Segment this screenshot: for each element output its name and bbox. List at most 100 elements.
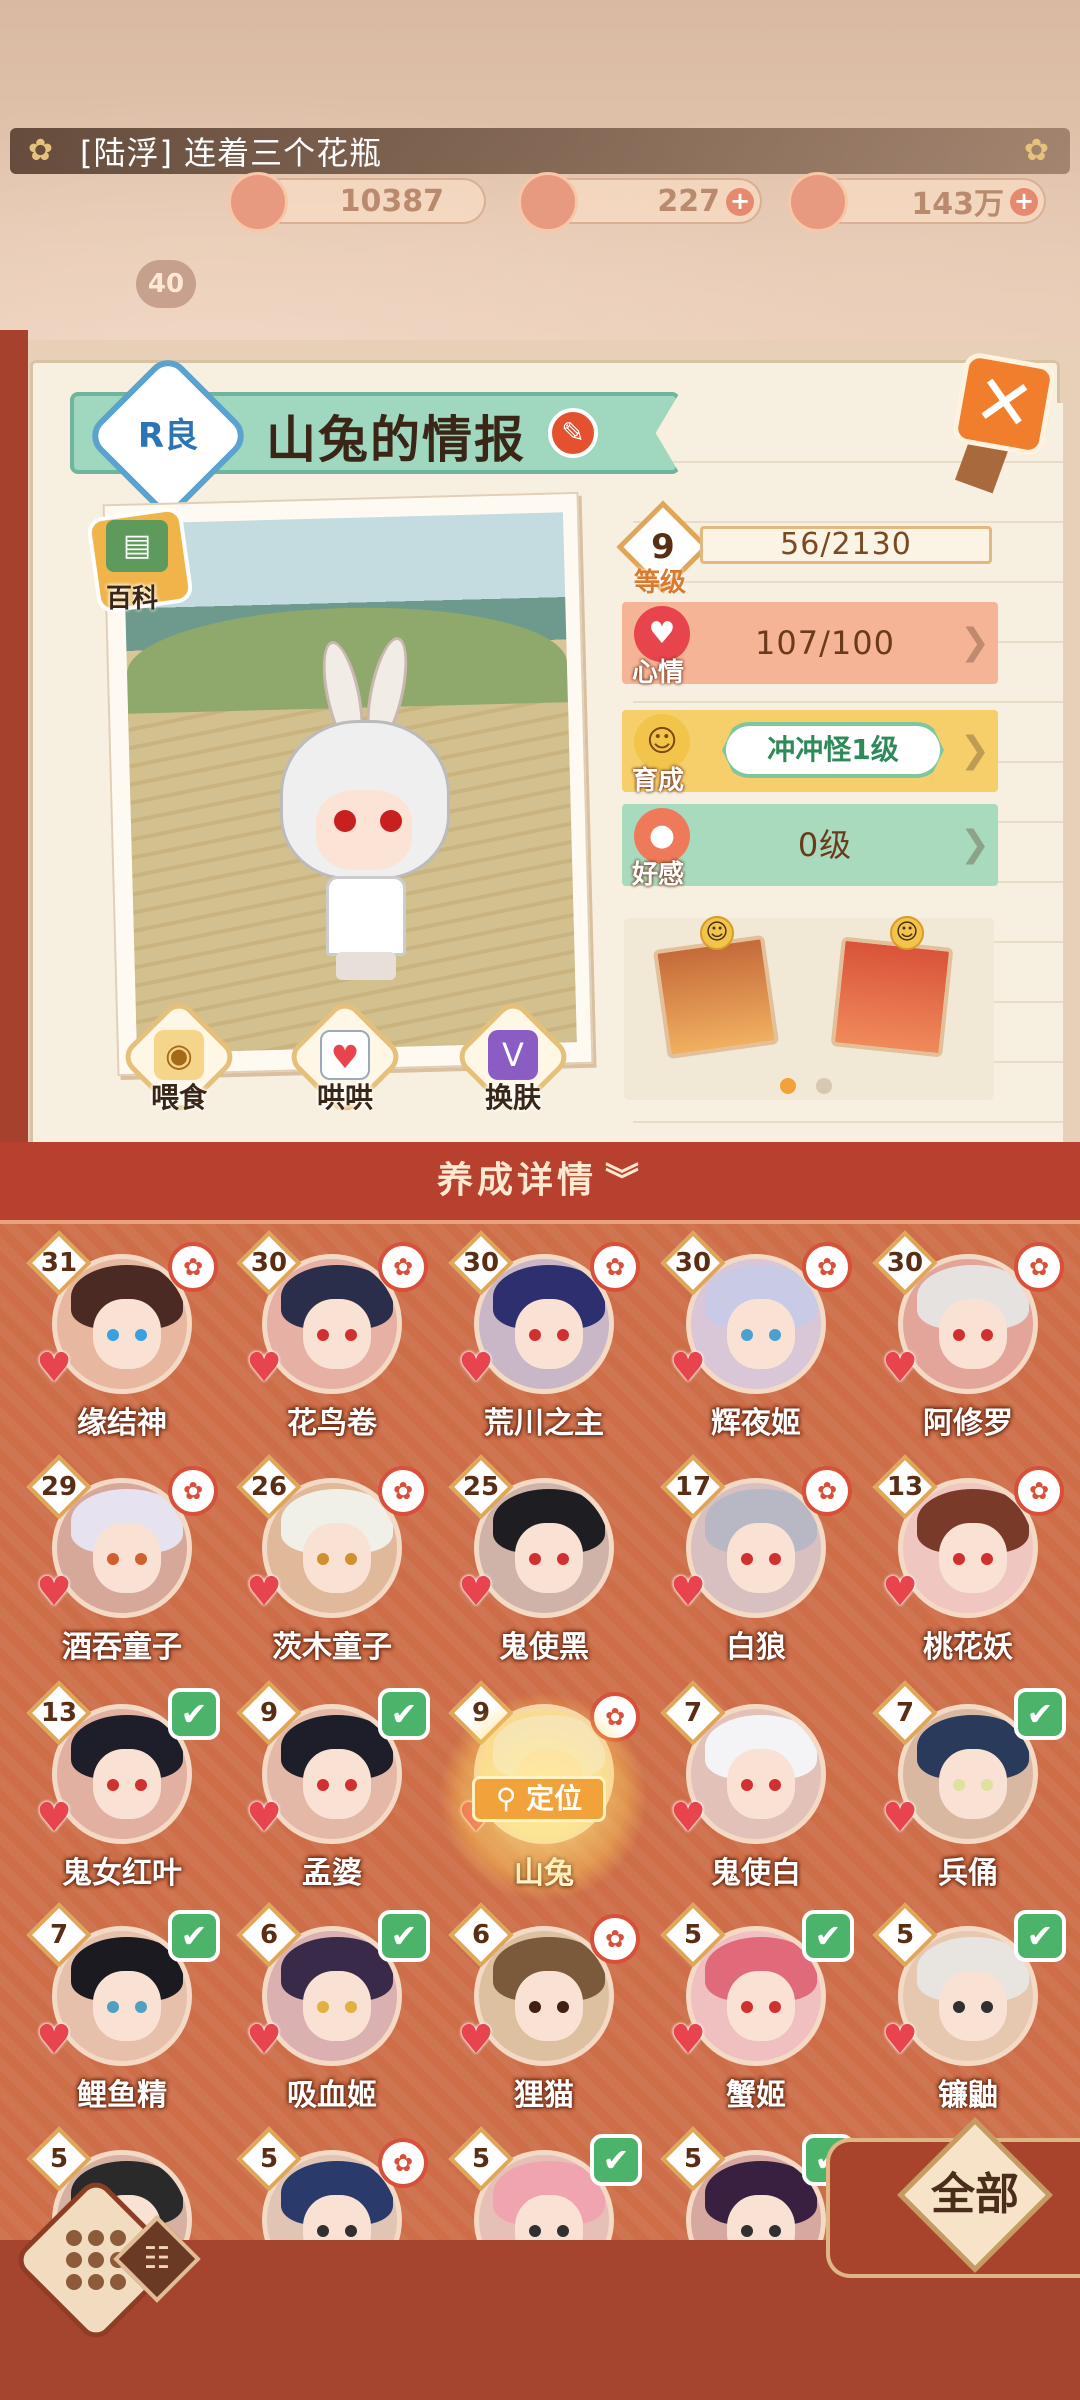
element-icon: ✿ (378, 1242, 428, 1292)
feed-label: 喂食 (150, 1081, 207, 1114)
shikigami-card[interactable]: 26 ♥ ✿ 茨木童子 (222, 1454, 428, 1674)
portrait-face (727, 1971, 795, 2041)
shikigami-level: 5 (683, 2144, 703, 2174)
page-title: 山兔的情报 (266, 411, 526, 469)
shikigami-card[interactable]: 9 ♥ ✔ 孟婆 (222, 1680, 430, 1900)
heart-icon: ♥ (36, 1345, 72, 1391)
encyclopedia-label: 百科 (106, 584, 159, 614)
shikigami-name: 兵俑 (938, 1856, 998, 1891)
shikigami-card[interactable]: 7 ♥ 鬼使白 (646, 1680, 846, 1900)
portrait-eye (741, 1329, 753, 1341)
element-icon: ✿ (802, 1242, 852, 1292)
portrait-face (939, 1749, 1007, 1819)
details-toggle[interactable]: 养成详情 ︾ (0, 1142, 1080, 1220)
shikigami-card[interactable]: 5 ♥ ✔ 镰鼬 (858, 1902, 1066, 2122)
close-button[interactable]: ✕ (950, 350, 1058, 458)
portrait-eye (345, 1553, 357, 1565)
growth-row[interactable]: ☺ 育成 冲冲怪1级 ❯ (622, 710, 998, 796)
character-model[interactable] (270, 633, 470, 980)
currency-gem[interactable]: 227 + (518, 172, 762, 232)
heart-icon: ♥ (882, 2017, 918, 2063)
element-icon: ✿ (590, 1914, 640, 1964)
locate-button[interactable]: ⚲ 定位 (472, 1776, 606, 1822)
shikigami-card[interactable]: 17 ♥ ✿ 白狼 (646, 1454, 852, 1674)
portrait-face (93, 1299, 161, 1369)
portrait-face (727, 1299, 795, 1369)
portrait-eye (981, 1553, 993, 1565)
shikigami-level: 7 (49, 1920, 69, 1950)
heart-icon: ♥ (670, 2017, 706, 2063)
shikigami-card[interactable]: 30 ♥ ✿ 花鸟卷 (222, 1230, 428, 1450)
shikigami-level: 5 (683, 1920, 703, 1950)
shikigami-card[interactable]: 6 ♥ ✿ 狸猫 (434, 1902, 640, 2122)
list-view-icon: ☷ (143, 2241, 171, 2276)
portrait-eye (529, 2225, 541, 2237)
plus-icon[interactable]: + (726, 188, 754, 216)
shikigami-card[interactable]: 29 ♥ ✿ 酒吞童子 (12, 1454, 218, 1674)
shikigami-level: 9 (259, 1698, 279, 1728)
portrait-face (93, 1749, 161, 1819)
shikigami-name: 酒吞童子 (62, 1630, 182, 1665)
mood-label: 心情 (632, 658, 685, 688)
portrait-eye (317, 1779, 329, 1791)
portrait-eye (741, 1553, 753, 1565)
check-icon: ✔ (1014, 1910, 1066, 1962)
chevron-right-icon: ❯ (959, 824, 990, 865)
shikigami-card[interactable]: 31 ♥ ✿ 缘结神 (12, 1230, 218, 1450)
element-icon: ✿ (1014, 1242, 1064, 1292)
portrait-eye (317, 2001, 329, 2013)
portrait-eye (953, 1329, 965, 1341)
shikigami-card[interactable]: 25 ♥ 鬼使黑 (434, 1454, 634, 1674)
shikigami-name: 孟婆 (302, 1856, 362, 1891)
portrait-face (93, 1523, 161, 1593)
shikigami-card[interactable]: 6 ♥ ✔ 吸血姬 (222, 1902, 430, 2122)
check-icon: ✔ (1014, 1688, 1066, 1740)
element-icon: ✿ (802, 1466, 852, 1516)
favorite-item-card[interactable] (830, 936, 954, 1058)
check-icon: ✔ (802, 1910, 854, 1962)
shikigami-name: 茨木童子 (272, 1630, 392, 1665)
shikigami-name: 辉夜姬 (711, 1406, 801, 1441)
heart-icon: ♥ (36, 1569, 72, 1615)
shikigami-card[interactable]: 30 ♥ ✿ 辉夜姬 (646, 1230, 852, 1450)
shikigami-name: 蟹姬 (726, 2078, 786, 2113)
shikigami-card[interactable]: 7 ♥ ✔ 鲤鱼精 (12, 1902, 220, 2122)
shikigami-card[interactable]: 13 ♥ ✔ 鬼女红叶 (12, 1680, 220, 1900)
shikigami-name: 吸血姬 (287, 2078, 377, 2113)
favor-row[interactable]: ● 好感 0级 ❯ (622, 804, 998, 890)
shikigami-card[interactable]: 5 ♥ ✔ 蟹姬 (646, 1902, 854, 2122)
edit-icon[interactable]: ✎ (548, 408, 598, 458)
book-spine (0, 330, 28, 1150)
favor-label: 好感 (632, 860, 685, 890)
shikigami-level: 26 (250, 1472, 288, 1502)
shikigami-card[interactable]: 30 ♥ ✿ 阿修罗 (858, 1230, 1064, 1450)
portrait-face (939, 1971, 1007, 2041)
portrait-eye (769, 1779, 781, 1791)
portrait-eye (317, 1553, 329, 1565)
heart-icon: ♥ (670, 1345, 706, 1391)
portrait-face (939, 1299, 1007, 1369)
favorite-food-card[interactable] (652, 934, 780, 1060)
news-ticker[interactable]: ✿ [陆浮] 连着三个花瓶 ✿ (10, 128, 1070, 174)
shikigami-level: 31 (40, 1248, 78, 1278)
portrait-face (515, 1299, 583, 1369)
shikigami-card[interactable]: 7 ♥ ✔ 兵俑 (858, 1680, 1066, 1900)
currency-gold[interactable]: 143万 + (788, 172, 1046, 232)
growth-label: 育成 (632, 766, 685, 796)
portrait-eye (529, 1553, 541, 1565)
shikigami-name: 鬼女红叶 (62, 1856, 182, 1891)
shikigami-level: 6 (471, 1920, 491, 1950)
shikigami-card[interactable]: 13 ♥ ✿ 桃花妖 (858, 1454, 1064, 1674)
gold-coin-icon (788, 172, 848, 232)
plus-icon[interactable]: + (1010, 188, 1038, 216)
chevron-right-icon: ❯ (959, 622, 990, 663)
growth-value: 冲冲怪1级 (722, 722, 944, 778)
shikigami-card[interactable]: 30 ♥ ✿ 荒川之主 (434, 1230, 640, 1450)
element-icon: ✿ (168, 1466, 218, 1516)
element-icon: ✿ (378, 2138, 428, 2188)
element-icon: ✿ (1014, 1466, 1064, 1516)
mood-row[interactable]: ♥ 心情 107/100 ❯ (622, 602, 998, 688)
shikigami-level: 7 (895, 1698, 915, 1728)
shikigami-name: 白狼 (726, 1630, 786, 1665)
currency-coin[interactable]: 10387 (228, 172, 486, 232)
